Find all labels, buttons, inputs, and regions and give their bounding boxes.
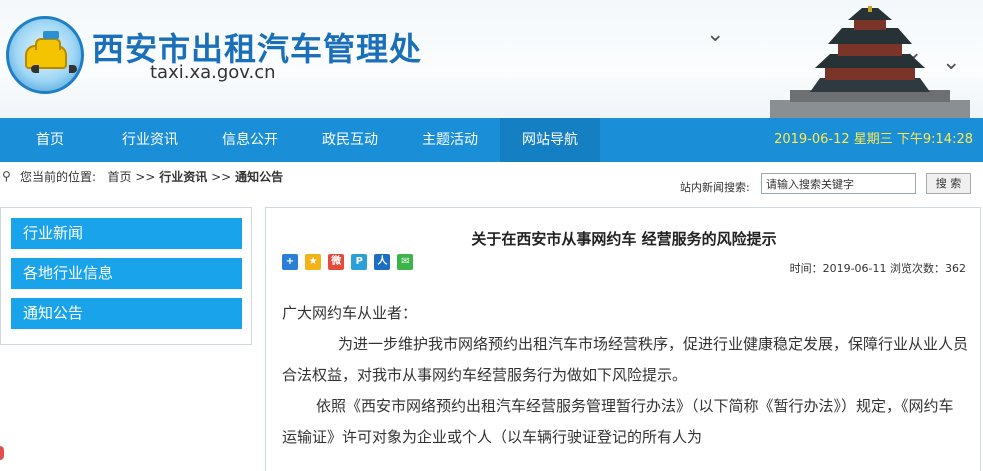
bird-icon: ⌄ [706,22,725,47]
weibo-share-icon[interactable]: 微 [328,254,345,270]
article-title: 关于在西安市从事网约车 经营服务的风险提示 [471,230,777,248]
breadcrumb-sep: >> [135,170,156,184]
favorite-share-icon[interactable]: ★ [305,254,322,270]
breadcrumb-sep: >> [211,170,232,184]
nav-item-interaction[interactable]: 政民互动 [300,118,400,162]
article-panel: 关于在西安市从事网约车 经营服务的风险提示 + ★ 微 P 人 ✉ 时间：201… [265,207,981,471]
sidebar: 行业新闻 各地行业信息 通知公告 [0,207,252,345]
location-pin-icon: ⚲ [2,169,11,183]
taxi-sign-shape [43,31,59,39]
nav-item-industry-news[interactable]: 行业资讯 [100,118,200,162]
search-label: 站内新闻搜索: [680,181,750,194]
article-meta: 时间：2019-06-11 浏览次数：362 [789,262,966,275]
breadcrumb-prefix: 您当前的位置: [20,170,97,184]
sidebar-item-regional-info[interactable]: 各地行业信息 [11,258,242,289]
edge-marker [0,446,4,460]
search-button[interactable]: 搜 索 [926,173,971,194]
taxi-car-shape [25,38,77,73]
sidebar-item-industry-news[interactable]: 行业新闻 [11,218,242,249]
article-greeting: 广大网约车从业者： [282,304,418,322]
nav-item-themes[interactable]: 主题活动 [400,118,500,162]
wechat-share-icon[interactable]: ✉ [397,254,414,270]
pengyou-share-icon[interactable]: P [351,254,368,270]
article-paragraph: 依照《西安市网络预约出租汽车经营服务管理暂行办法》（以下简称《暂行办法》）规定，… [282,397,954,446]
sidebar-item-notices[interactable]: 通知公告 [11,298,242,329]
share-bar: + ★ 微 P 人 ✉ [282,254,415,273]
nav-item-home[interactable]: 首页 [0,118,100,162]
taxi-logo-icon[interactable] [6,16,84,94]
search-input[interactable] [761,173,916,194]
breadcrumb: 您当前的位置: 首页 >> 行业资讯 >> 通知公告 [20,168,283,185]
article-body: 广大网约车从业者： 为进一步维护我市网络预约出租汽车市场经营秩序，促进行业健康稳… [282,298,968,453]
qzone-share-icon[interactable]: + [282,254,298,270]
breadcrumb-level1[interactable]: 行业资讯 [159,170,207,184]
breadcrumb-home[interactable]: 首页 [108,170,132,184]
site-header: 西安市出租汽车管理处 taxi.xa.gov.cn ⌄ ⌄ ⌄ [0,0,983,118]
breadcrumb-level2[interactable]: 通知公告 [235,170,283,184]
nav-datetime: 2019-06-12 星期三 下午9:14:28 [774,132,973,147]
bell-tower-icon [770,6,970,118]
site-domain: taxi.xa.gov.cn [150,62,276,83]
nav-item-info-disclosure[interactable]: 信息公开 [200,118,300,162]
article-paragraph: 为进一步维护我市网络预约出租汽车市场经营秩序，促进行业健康稳定发展，保障行业从业… [282,335,969,384]
nav-item-site-nav[interactable]: 网站导航 [500,118,600,162]
main-nav: 首页 行业资讯 信息公开 政民互动 主题活动 网站导航 2019-06-12 星… [0,118,983,162]
renren-share-icon[interactable]: 人 [374,254,391,270]
